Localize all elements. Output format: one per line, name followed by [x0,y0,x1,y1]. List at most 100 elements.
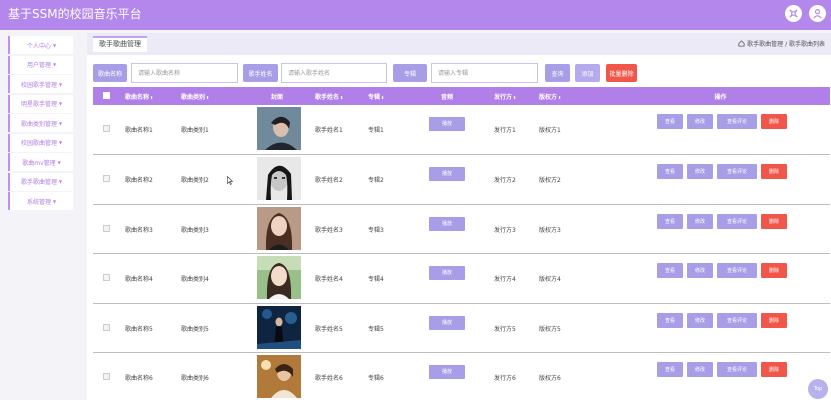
view-button[interactable]: 查看 [657,312,683,328]
delete-button[interactable]: 删除 [761,312,787,328]
sidebar-item-campus-songs[interactable]: 校园歌曲管理 ▼ [8,133,73,152]
col-song-type[interactable]: 歌曲类别⬍ [178,87,242,105]
row-select-cell [93,353,122,400]
play-button[interactable]: 播放 [429,117,465,131]
sidebar-item-star-singers[interactable]: 明星歌手管理 ▼ [8,94,73,113]
view-button[interactable]: 查看 [657,263,683,278]
view-comments-button[interactable]: 查看评论 [717,213,757,229]
copyright-cell: 版权方1 [539,127,561,134]
play-button[interactable]: 播放 [429,365,465,379]
cover-cell [242,204,312,254]
sidebar-item-personal-center[interactable]: 个人中心 ▼ [8,36,73,54]
view-comments-button[interactable]: 查看评论 [717,362,757,377]
album-input[interactable] [431,63,538,83]
singer-name-label: 歌手姓名 [243,64,278,82]
album-cell: 专辑6 [368,375,384,382]
play-button[interactable]: 播放 [429,167,465,181]
cover-cell [242,254,312,304]
sidebar-item-song-types[interactable]: 歌曲类别管理 ▼ [8,114,73,132]
view-comments-button[interactable]: 查看评论 [717,164,757,179]
song-name-input[interactable] [131,63,238,83]
back-to-top-button[interactable]: Top [808,379,828,399]
edit-button[interactable]: 修改 [687,312,713,328]
settings-icon[interactable] [785,5,802,22]
col-publisher[interactable]: 发行方⬍ [491,87,536,105]
view-button[interactable]: 查看 [657,164,683,179]
ops-cell: 查看 修改 查看评论 删除 [611,155,830,205]
sort-icon[interactable]: ⬍ [340,95,343,100]
singer-cell: 歌手姓名4 [315,276,343,283]
edit-button[interactable]: 修改 [687,114,713,129]
audio-cell: 播放 [403,254,491,304]
select-all-checkbox[interactable] [103,91,110,99]
delete-button[interactable]: 删除 [761,263,787,278]
row-checkbox[interactable] [103,274,110,281]
album-label: 专辑 [393,64,427,82]
sidebar-item-label: 歌曲mv管理 [22,159,56,167]
sidebar-item-campus-singers[interactable]: 校园歌手管理 ▼ [8,75,73,93]
cover-image [256,107,301,150]
play-button[interactable]: 播放 [429,315,465,330]
sort-icon[interactable]: ⬍ [206,95,209,100]
sort-icon[interactable]: ⬍ [513,95,516,100]
album-cell: 专辑5 [368,325,384,333]
col-singer[interactable]: 歌手姓名⬍ [312,87,365,105]
breadcrumb-path: 歌手歌曲管理 / 歌手歌曲列表 [747,41,825,48]
view-button[interactable]: 查看 [657,213,683,229]
view-comments-button[interactable]: 查看评论 [717,263,757,278]
add-button[interactable]: 添加 [575,64,600,82]
song-name-cell: 歌曲名称1 [125,127,153,134]
user-icon[interactable] [809,5,826,22]
query-button[interactable]: 查询 [545,64,570,82]
sidebar-item-song-mv[interactable]: 歌曲mv管理 ▼ [8,153,73,171]
chevron-down-icon: ▼ [58,81,63,87]
top-bar: 基于SSM的校园音乐平台 [0,0,831,30]
view-button[interactable]: 查看 [657,114,683,129]
sidebar-item-users[interactable]: 用户管理 ▼ [8,55,73,74]
cover-cell [242,155,312,205]
chevron-down-icon: ▼ [58,140,63,145]
chevron-down-icon: ▼ [58,179,63,184]
audio-cell: 播放 [403,353,491,400]
row-checkbox[interactable] [103,175,110,182]
cover-image [256,355,301,398]
singer-cell: 歌手姓名2 [315,177,343,184]
page-tab[interactable]: 歌手歌曲管理 [93,36,147,52]
singer-cell: 歌手姓名1 [315,127,343,134]
sort-icon[interactable]: ⬍ [381,95,384,100]
view-comments-button[interactable]: 查看评论 [717,312,757,328]
delete-button[interactable]: 删除 [761,114,787,129]
view-comments-button[interactable]: 查看评论 [717,114,757,129]
col-song-name[interactable]: 歌曲名称⬍ [122,87,178,105]
chevron-down-icon: ▼ [52,42,57,48]
mouse-cursor-icon [227,175,234,185]
delete-button[interactable]: 删除 [761,213,787,229]
col-album[interactable]: 专辑⬍ [365,87,403,105]
sort-icon[interactable]: ⬍ [150,95,153,100]
sidebar-item-singer-songs[interactable]: 歌手歌曲管理 ▼ [8,172,73,191]
sidebar-item-system[interactable]: 系统管理 ▼ [8,192,73,210]
row-checkbox[interactable] [103,125,110,132]
sidebar: 个人中心 ▼ 用户管理 ▼ 校园歌手管理 ▼ 明星歌手管理 ▼ 歌曲类别管理 ▼ 校园歌曲… [8,36,73,212]
row-checkbox[interactable] [103,224,110,232]
cover-image [256,305,301,349]
home-icon[interactable] [738,40,745,47]
view-button[interactable]: 查看 [657,362,683,377]
delete-button[interactable]: 删除 [761,164,787,179]
edit-button[interactable]: 修改 [687,263,713,278]
row-checkbox[interactable] [103,373,110,380]
singer-name-input[interactable] [281,63,387,83]
row-checkbox[interactable] [103,323,110,331]
ops-cell: 查看 修改 查看评论 删除 [611,105,830,155]
col-ops: 操作 [714,93,727,101]
play-button[interactable]: 播放 [429,266,465,280]
play-button[interactable]: 播放 [429,216,465,231]
delete-button[interactable]: 删除 [761,362,787,377]
sort-icon[interactable]: ⬍ [558,95,561,100]
col-copyright[interactable]: 版权方⬍ [536,87,611,105]
edit-button[interactable]: 修改 [687,164,713,179]
edit-button[interactable]: 修改 [687,362,713,377]
sidebar-item-label: 歌曲类别管理 [20,120,57,128]
batch-delete-button[interactable]: 批量删除 [606,64,637,82]
edit-button[interactable]: 修改 [687,213,713,229]
